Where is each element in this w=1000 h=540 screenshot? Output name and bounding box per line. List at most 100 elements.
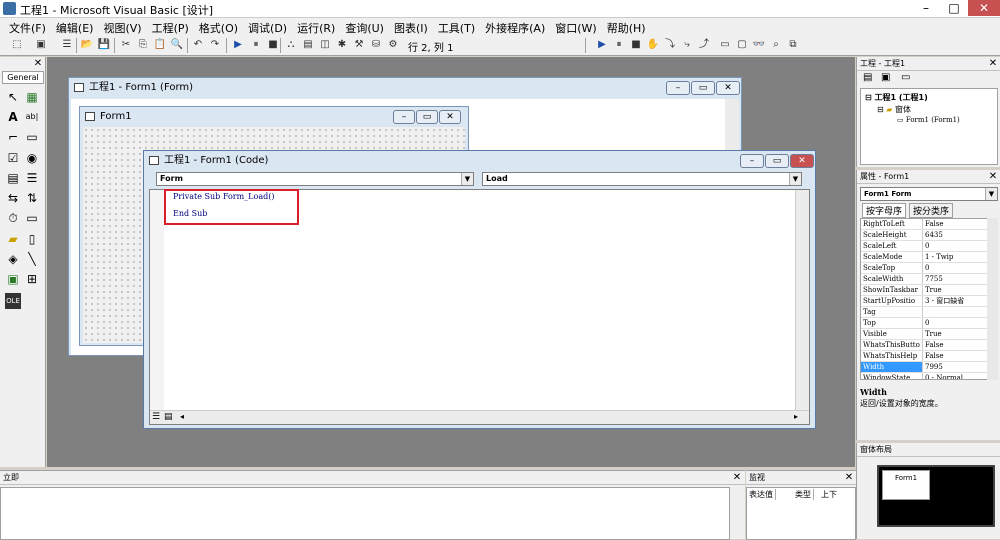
data-view-icon[interactable]: ⛁	[369, 38, 383, 52]
properties-icon[interactable]: ▤	[301, 38, 315, 52]
cut-icon[interactable]: ✂	[119, 38, 133, 52]
menu-item-12[interactable]: 帮助(H)	[602, 18, 651, 35]
end-icon[interactable]: ■	[266, 38, 280, 52]
project-explorer-close-icon[interactable]: ✕	[987, 58, 999, 70]
menu-item-7[interactable]: 查询(U)	[340, 18, 389, 35]
filelistbox-tool-icon[interactable]: ▯	[24, 231, 40, 247]
procedure-view-icon[interactable]: ☰	[152, 412, 160, 422]
property-row[interactable]: Width 7995	[861, 362, 997, 373]
step-into-icon[interactable]: ⤵	[663, 38, 677, 52]
shape-tool-icon[interactable]: ◈	[5, 251, 21, 267]
close-button[interactable]: ✕	[968, 0, 1000, 16]
code-window-restore[interactable]: ▭	[765, 154, 789, 168]
drivelistbox-tool-icon[interactable]: ▭	[24, 210, 40, 226]
tree-root[interactable]: ⊟ 工程1 (工程1)	[865, 92, 928, 103]
toolbox-close-icon[interactable]: ✕	[32, 58, 44, 70]
open-icon[interactable]: 📂	[80, 38, 94, 52]
menu-item-11[interactable]: 窗口(W)	[550, 18, 601, 35]
commandbutton-tool-icon[interactable]: ▭	[24, 129, 40, 145]
property-row[interactable]: RightToLeft False	[861, 219, 997, 230]
hscroll-right-icon[interactable]: ▸	[794, 412, 798, 421]
maximize-button[interactable]: □	[940, 0, 968, 16]
layout-form1[interactable]: Form1	[882, 470, 930, 500]
property-row[interactable]: ScaleTop 0	[861, 263, 997, 274]
save-icon[interactable]: 💾	[97, 38, 111, 52]
break-icon[interactable]: ⏸	[249, 38, 263, 52]
menu-item-8[interactable]: 图表(I)	[389, 18, 433, 35]
frame-tool-icon[interactable]: ⌐	[5, 129, 21, 145]
code-window-minimize[interactable]: –	[740, 154, 764, 168]
menu-item-6[interactable]: 运行(R)	[292, 18, 340, 35]
menu-item-0[interactable]: 文件(F)	[4, 18, 51, 35]
view-object-icon[interactable]: ▣	[881, 72, 890, 83]
toolbox-tab-general[interactable]: General	[2, 71, 44, 84]
add-project-icon[interactable]: ⬚	[10, 38, 24, 52]
toggle-breakpoint-icon[interactable]: ✋	[646, 38, 660, 52]
data-tool-icon[interactable]: ⊞	[24, 271, 40, 287]
property-row[interactable]: Tag	[861, 307, 997, 318]
view-code-icon[interactable]: ▤	[863, 72, 872, 83]
debug-start-icon[interactable]: ▶	[595, 38, 609, 52]
watch-col-type[interactable]: 类型	[795, 489, 814, 500]
ole-tool-icon[interactable]: OLE	[5, 293, 21, 309]
object-combo[interactable]: Form ▼	[156, 172, 474, 186]
hscrollbar-tool-icon[interactable]: ⇆	[5, 190, 21, 206]
property-row[interactable]: ScaleWidth 7755	[861, 274, 997, 285]
procedure-combo[interactable]: Load ▼	[482, 172, 802, 186]
menu-editor-icon[interactable]: ☰	[60, 38, 74, 52]
dirlistbox-tool-icon[interactable]: ▰	[5, 231, 21, 247]
property-row[interactable]: ScaleHeight 6435	[861, 230, 997, 241]
watch-col-context[interactable]: 上下	[821, 489, 837, 500]
undo-icon[interactable]: ↶	[191, 38, 205, 52]
immediate-input[interactable]	[0, 487, 730, 540]
property-row[interactable]: ShowInTaskbar True	[861, 285, 997, 296]
paste-icon[interactable]: 📋	[153, 38, 167, 52]
optionbutton-tool-icon[interactable]: ◉	[24, 150, 40, 166]
quick-watch-icon[interactable]: ⌕	[769, 38, 783, 52]
listbox-tool-icon[interactable]: ☰	[24, 170, 40, 186]
watch-col-expression[interactable]: 表达值	[749, 489, 776, 500]
locals-window-icon[interactable]: ▭	[718, 38, 732, 52]
debug-end-icon[interactable]: ■	[629, 38, 643, 52]
step-over-icon[interactable]: ⤷	[680, 38, 694, 52]
immediate-window-icon[interactable]: ▢	[735, 38, 749, 52]
code-editor[interactable]: Private Sub Form_Load() End Sub ☰ ▤ ◂ ▸	[149, 189, 810, 425]
find-icon[interactable]: 🔍	[170, 38, 184, 52]
property-row[interactable]: ScaleMode 1 - Twip	[861, 252, 997, 263]
menu-item-4[interactable]: 格式(O)	[194, 18, 243, 35]
vscrollbar-tool-icon[interactable]: ⇅	[24, 190, 40, 206]
property-row[interactable]: WhatsThisButto False	[861, 340, 997, 351]
menu-item-10[interactable]: 外接程序(A)	[480, 18, 550, 35]
object-browser-icon[interactable]: ✱	[335, 38, 349, 52]
menu-item-3[interactable]: 工程(P)	[147, 18, 194, 35]
tab-alphabetic[interactable]: 按字母序	[862, 203, 907, 218]
watch-window-icon[interactable]: 👓	[752, 38, 766, 52]
tab-categorized[interactable]: 按分类序	[909, 203, 954, 218]
minimize-button[interactable]: –	[912, 0, 940, 16]
textbox-tool-icon[interactable]: ab|	[24, 109, 40, 125]
timer-tool-icon[interactable]: ⏱	[5, 210, 21, 226]
checkbox-tool-icon[interactable]: ☑	[5, 150, 21, 166]
form-window-close[interactable]: ✕	[716, 81, 740, 95]
redo-icon[interactable]: ↷	[208, 38, 222, 52]
start-icon[interactable]: ▶	[231, 38, 245, 52]
component-manager-icon[interactable]: ⚙	[386, 38, 400, 52]
object-combo-dropdown-icon[interactable]: ▼	[461, 173, 473, 185]
pointer-tool-icon[interactable]: ↖	[5, 89, 21, 105]
form-window-minimize[interactable]: –	[666, 81, 690, 95]
tree-folder[interactable]: ⊟ ▰ 窗体	[877, 104, 911, 115]
form-layout-icon[interactable]: ◫	[318, 38, 332, 52]
procedure-combo-dropdown-icon[interactable]: ▼	[789, 173, 801, 185]
line-tool-icon[interactable]: ╲	[24, 251, 40, 267]
debug-break-icon[interactable]: ⏸	[612, 38, 626, 52]
full-module-view-icon[interactable]: ▤	[164, 412, 173, 422]
properties-object-combo[interactable]: Form1 Form ▼	[860, 187, 998, 201]
call-stack-icon[interactable]: ⧉	[786, 38, 800, 52]
property-row[interactable]: Visible True	[861, 329, 997, 340]
combobox-tool-icon[interactable]: ▤	[5, 170, 21, 186]
step-out-icon[interactable]: ⤴	[697, 38, 711, 52]
property-row[interactable]: Top 0	[861, 318, 997, 329]
toggle-folders-icon[interactable]: ▭	[901, 72, 910, 83]
code-vscroll[interactable]	[795, 190, 809, 410]
picturebox-tool-icon[interactable]: ▦	[24, 89, 40, 105]
